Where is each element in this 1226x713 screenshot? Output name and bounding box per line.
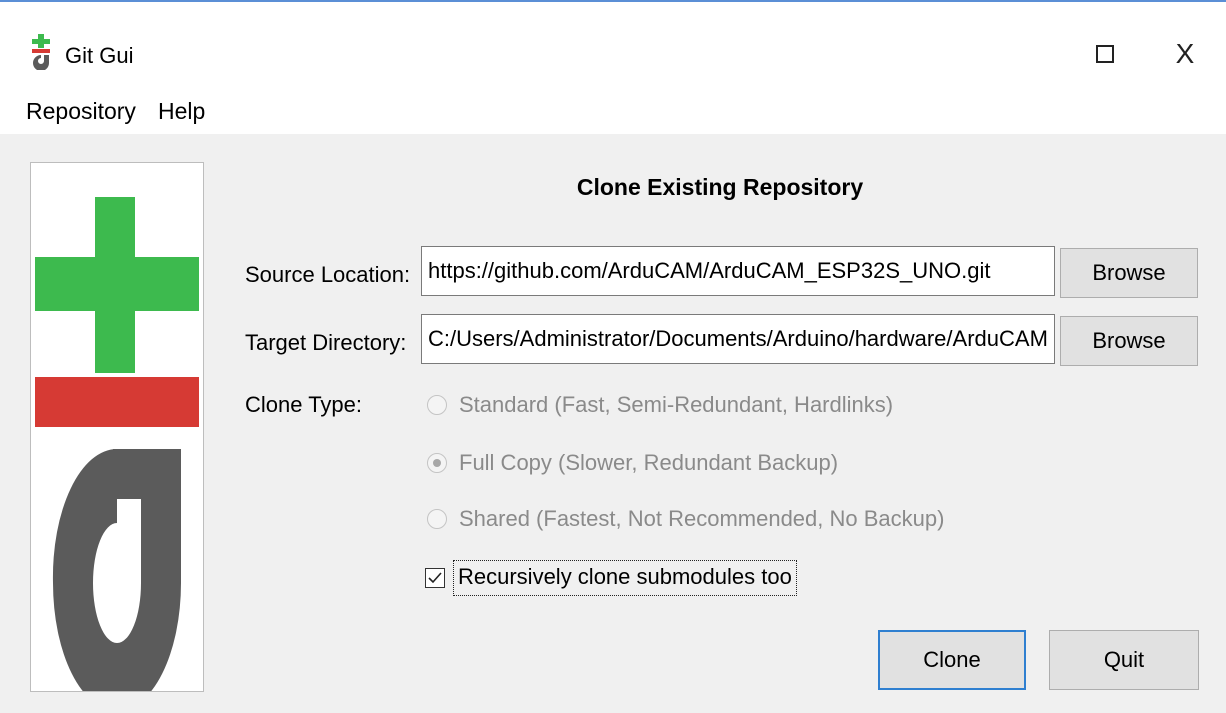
radio-standard[interactable] xyxy=(427,395,447,415)
clone-button[interactable]: Clone xyxy=(878,630,1026,690)
radio-shared-label: Shared (Fastest, Not Recommended, No Bac… xyxy=(459,506,945,531)
maximize-button[interactable] xyxy=(1085,36,1125,72)
git-gui-icon xyxy=(30,34,52,71)
radio-full-copy-label: Full Copy (Slower, Redundant Backup) xyxy=(459,450,839,475)
git-logo-icon xyxy=(35,197,199,691)
source-location-label: Source Location: xyxy=(245,262,411,287)
clone-dialog: Clone Existing Repository Source Locatio… xyxy=(0,134,1226,713)
browse-target-button[interactable]: Browse xyxy=(1060,316,1198,366)
window-title: Git Gui xyxy=(65,43,134,68)
menu-repository[interactable]: Repository xyxy=(26,98,136,125)
target-directory-input[interactable]: C:/Users/Administrator/Documents/Arduino… xyxy=(421,314,1055,364)
radio-standard-label: Standard (Fast, Semi-Redundant, Hardlink… xyxy=(459,392,894,417)
clone-type-shared-option[interactable]: Shared (Fastest, Not Recommended, No Bac… xyxy=(427,502,944,536)
quit-button[interactable]: Quit xyxy=(1049,630,1199,690)
clone-type-label: Clone Type: xyxy=(245,392,363,417)
window-frame-top xyxy=(0,0,1226,8)
maximize-icon xyxy=(1096,45,1114,63)
close-icon: X xyxy=(1175,38,1195,69)
clone-type-standard-option[interactable]: Standard (Fast, Semi-Redundant, Hardlink… xyxy=(427,388,893,422)
browse-source-button[interactable]: Browse xyxy=(1060,248,1198,298)
title-bar[interactable]: Git Gui X xyxy=(0,8,1226,88)
radio-full-copy[interactable] xyxy=(427,453,447,473)
git-gui-window: Git Gui X Repository Help Clone Existing… xyxy=(0,0,1226,713)
menu-bar: Repository Help xyxy=(0,92,1226,132)
clone-type-full-copy-option[interactable]: Full Copy (Slower, Redundant Backup) xyxy=(427,446,838,480)
recursive-submodules-option[interactable]: Recursively clone submodules too xyxy=(425,558,797,598)
git-logo-panel xyxy=(30,162,204,692)
logo-minus-bar xyxy=(35,377,199,427)
logo-plus-horizontal xyxy=(35,257,199,311)
menu-help[interactable]: Help xyxy=(158,98,205,125)
source-location-input[interactable]: https://github.com/ArduCAM/ArduCAM_ESP32… xyxy=(421,246,1055,296)
close-button[interactable]: X xyxy=(1165,36,1205,72)
radio-shared[interactable] xyxy=(427,509,447,529)
recursive-submodules-label: Recursively clone submodules too xyxy=(453,560,797,596)
dialog-heading: Clone Existing Repository xyxy=(576,174,864,200)
recursive-submodules-checkbox[interactable] xyxy=(425,568,445,588)
target-directory-label: Target Directory: xyxy=(245,330,407,355)
check-mark-icon xyxy=(428,572,442,584)
logo-g-shape xyxy=(52,448,181,691)
